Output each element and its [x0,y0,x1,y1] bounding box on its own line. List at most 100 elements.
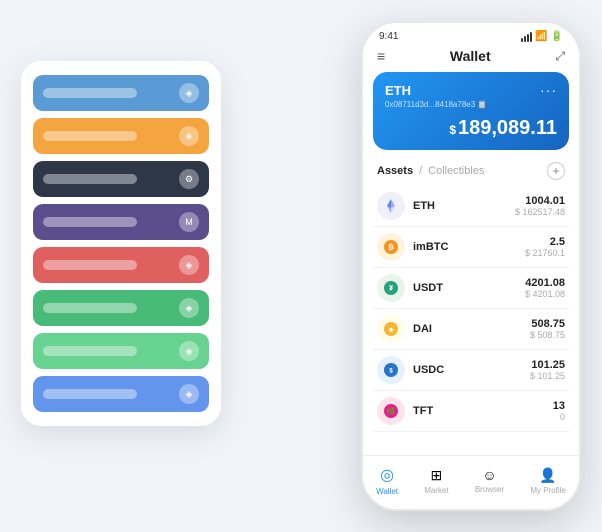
asset-amounts: 2.5 $ 21760.1 [525,236,565,258]
list-item[interactable]: ◈ [33,118,209,154]
card-bar [43,131,137,141]
list-item[interactable]: M [33,204,209,240]
eth-balance: $189,089.11 [385,117,557,140]
card-icon: ◈ [179,83,199,103]
assets-tabs: Assets / Collectibles [377,165,484,177]
market-nav-icon: ⊞ [431,467,443,484]
menu-icon[interactable]: ≡ [377,48,385,64]
add-asset-button[interactable]: + [547,162,565,180]
asset-qty: 508.75 [530,318,565,330]
eth-card-menu[interactable]: ··· [540,82,557,98]
tab-collectibles[interactable]: Collectibles [428,165,484,177]
asset-qty: 1004.01 [515,195,565,207]
usdc-icon: $ [377,356,405,384]
wallet-nav-icon: ◎ [380,465,394,485]
asset-symbol: DAI [413,323,530,335]
eth-card-title: ETH [385,83,411,98]
table-row[interactable]: ETH 1004.01 $ 162517.48 [373,186,569,227]
nav-profile[interactable]: 👤 My Profile [530,467,566,495]
nav-browser[interactable]: ☺ Browser [475,467,504,494]
battery-icon: 🔋 [551,31,563,42]
card-icon: ◈ [179,341,199,361]
phone-frame: 9:41 📶 🔋 ≡ Wallet ⤢ ETH ··· [361,21,581,511]
card-icon: ◈ [179,384,199,404]
signal-icon [521,32,532,42]
asset-symbol: ETH [413,200,515,212]
card-bar [43,88,137,98]
tab-separator: / [419,165,422,177]
phone-header: ≡ Wallet ⤢ [363,42,579,72]
status-icons: 📶 🔋 [521,31,563,42]
svg-text:◈: ◈ [388,327,394,334]
list-item[interactable]: ◈ [33,247,209,283]
card-icon: ⚙ [179,169,199,189]
wifi-icon: 📶 [535,31,547,42]
asset-symbol: imBTC [413,241,525,253]
list-item[interactable]: ◈ [33,333,209,369]
card-icon: M [179,212,199,232]
status-bar: 9:41 📶 🔋 [363,23,579,42]
wallet-nav-label: Wallet [376,487,398,496]
table-row[interactable]: ◈ DAI 508.75 $ 508.75 [373,309,569,350]
asset-qty: 101.25 [530,359,565,371]
nav-wallet[interactable]: ◎ Wallet [376,465,398,496]
nav-market[interactable]: ⊞ Market [424,467,448,495]
asset-usd: 0 [553,412,565,422]
asset-qty: 4201.08 [525,277,565,289]
card-bar [43,389,137,399]
dai-icon: ◈ [377,315,405,343]
table-row[interactable]: ₿ imBTC 2.5 $ 21760.1 [373,227,569,268]
eth-icon [377,192,405,220]
time-display: 9:41 [379,31,398,42]
card-bar [43,260,137,270]
asset-usd: $ 162517.48 [515,207,565,217]
tab-assets[interactable]: Assets [377,165,413,177]
asset-usd: $ 4201.08 [525,289,565,299]
table-row[interactable]: $ USDC 101.25 $ 101.25 [373,350,569,391]
svg-text:₮: ₮ [389,286,394,293]
browser-nav-icon: ☺ [482,467,496,483]
list-item[interactable]: ◈ [33,290,209,326]
list-item[interactable]: ◈ [33,75,209,111]
asset-amounts: 4201.08 $ 4201.08 [525,277,565,299]
tft-icon: 🌿 [377,397,405,425]
usdt-icon: ₮ [377,274,405,302]
asset-amounts: 13 0 [553,400,565,422]
profile-nav-icon: 👤 [539,467,556,484]
asset-list: ETH 1004.01 $ 162517.48 ₿ imBTC 2.5 $ 21… [363,186,579,432]
eth-card-header: ETH ··· [385,82,557,98]
asset-qty: 2.5 [525,236,565,248]
svg-text:₿: ₿ [388,244,394,252]
list-item[interactable]: ◈ [33,376,209,412]
table-row[interactable]: 🌿 TFT 13 0 [373,391,569,432]
asset-amounts: 508.75 $ 508.75 [530,318,565,340]
browser-nav-label: Browser [475,485,504,494]
card-bar [43,217,137,227]
card-icon: ◈ [179,126,199,146]
market-nav-label: Market [424,486,448,495]
card-stack: ◈ ◈ ⚙ M ◈ ◈ ◈ ◈ [21,61,221,426]
asset-usd: $ 508.75 [530,330,565,340]
card-bar [43,174,137,184]
asset-amounts: 101.25 $ 101.25 [530,359,565,381]
asset-symbol: USDC [413,364,530,376]
profile-nav-label: My Profile [530,486,566,495]
card-icon: ◈ [179,298,199,318]
list-item[interactable]: ⚙ [33,161,209,197]
asset-qty: 13 [553,400,565,412]
asset-usd: $ 101.25 [530,371,565,381]
asset-amounts: 1004.01 $ 162517.48 [515,195,565,217]
asset-symbol: USDT [413,282,525,294]
card-icon: ◈ [179,255,199,275]
asset-usd: $ 21760.1 [525,248,565,258]
page-title: Wallet [385,48,555,64]
bottom-nav: ◎ Wallet ⊞ Market ☺ Browser 👤 My Profile [363,455,579,509]
eth-card[interactable]: ETH ··· 0x08711d3d...8418a78e3 📋 $189,08… [373,72,569,150]
card-bar [43,303,137,313]
expand-icon[interactable]: ⤢ [555,49,565,64]
card-bar [43,346,137,356]
imbtc-icon: ₿ [377,233,405,261]
assets-header: Assets / Collectibles + [363,158,579,186]
asset-symbol: TFT [413,405,553,417]
table-row[interactable]: ₮ USDT 4201.08 $ 4201.08 [373,268,569,309]
